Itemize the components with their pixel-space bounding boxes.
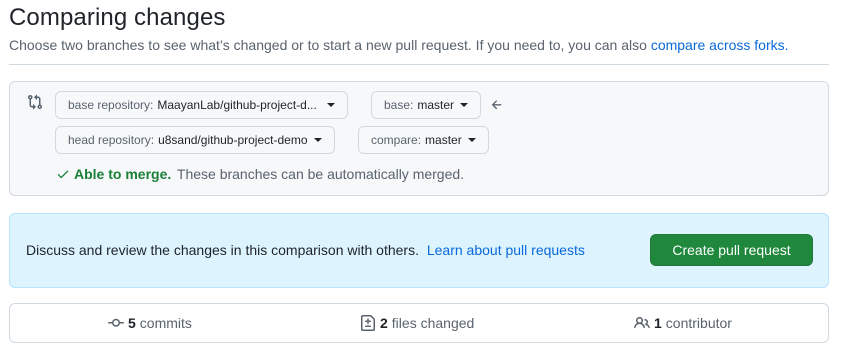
compare-branch-label: compare: — [371, 133, 422, 147]
base-branch-value: master — [417, 98, 455, 112]
comparison-stats: 5 commits 2 files changed 1 contributor — [9, 303, 829, 343]
page-title: Comparing changes — [9, 4, 226, 31]
head-repository-label: head repository: — [68, 133, 155, 147]
base-repository-value: MaayanLab/github-project-d... — [157, 98, 317, 112]
range-editor: base repository: MaayanLab/github-projec… — [9, 81, 829, 196]
base-branch-select[interactable]: base: master — [371, 91, 482, 119]
compare-branch-value: master — [425, 133, 462, 147]
discuss-message: Discuss and review the changes in this c… — [26, 242, 419, 258]
caret-down-icon — [313, 138, 322, 142]
learn-pull-requests-link[interactable]: Learn about pull requests — [427, 242, 585, 258]
files-count: 2 — [380, 315, 388, 331]
contributors-label: contributor — [665, 315, 732, 331]
compare-branch-select[interactable]: compare: master — [358, 126, 489, 154]
commits-count: 5 — [128, 315, 136, 331]
base-repository-select[interactable]: base repository: MaayanLab/github-projec… — [55, 91, 348, 119]
commits-label: commits — [139, 315, 192, 331]
base-repository-label: base repository: — [68, 98, 154, 112]
subtitle-text: Choose two branches to see what’s change… — [9, 37, 647, 53]
compare-across-forks-link[interactable]: compare across forks. — [651, 37, 789, 53]
check-icon — [57, 170, 69, 179]
create-pull-request-button[interactable]: Create pull request — [650, 234, 813, 266]
head-repository-value: u8sand/github-project-demo — [158, 133, 308, 147]
contributors-count: 1 — [654, 315, 662, 331]
discuss-banner: Discuss and review the changes in this c… — [9, 213, 829, 288]
base-branch-label: base: — [384, 98, 414, 112]
contributors-tab[interactable]: 1 contributor — [634, 315, 732, 331]
people-icon — [634, 316, 650, 329]
file-diff-icon — [361, 315, 375, 331]
head-repository-select[interactable]: head repository: u8sand/github-project-d… — [55, 126, 335, 154]
header-divider — [9, 64, 829, 65]
git-commit-icon — [108, 318, 124, 327]
caret-down-icon — [460, 103, 469, 107]
merge-status-detail: These branches can be automatically merg… — [176, 166, 465, 182]
commits-tab[interactable]: 5 commits — [108, 315, 192, 331]
files-label: files changed — [391, 315, 475, 331]
discuss-text: Discuss and review the changes in this c… — [26, 242, 585, 258]
merge-status: Able to merge. These branches can be aut… — [56, 166, 464, 182]
caret-down-icon — [467, 138, 476, 142]
git-compare-icon — [28, 94, 43, 110]
arrow-left-icon — [491, 100, 502, 110]
caret-down-icon — [326, 103, 335, 107]
files-changed-tab[interactable]: 2 files changed — [360, 315, 474, 331]
page-subtitle: Choose two branches to see what’s change… — [9, 37, 789, 53]
merge-status-ok: Able to merge. — [74, 166, 172, 182]
